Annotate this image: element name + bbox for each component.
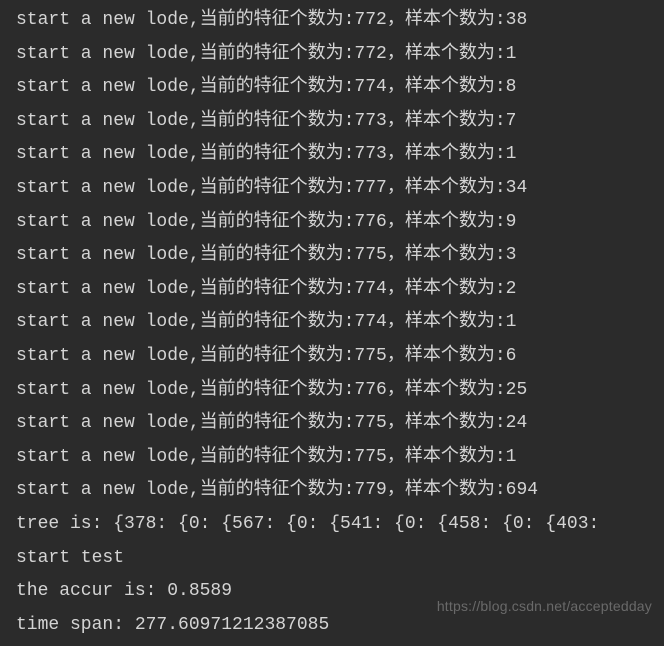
tree-line: tree is: {378: {0: {567: {0: {541: {0: {… xyxy=(16,508,654,542)
terminal-output: start a new lode,当前的特征个数为:772，样本个数为:38st… xyxy=(0,0,664,646)
log-line: start a new lode,当前的特征个数为:773，样本个数为:1 xyxy=(16,138,654,172)
log-line: start a new lode,当前的特征个数为:777，样本个数为:34 xyxy=(16,172,654,206)
log-line: start a new lode,当前的特征个数为:774，样本个数为:8 xyxy=(16,71,654,105)
log-line: start a new lode,当前的特征个数为:775，样本个数为:6 xyxy=(16,340,654,374)
log-line: start a new lode,当前的特征个数为:774，样本个数为:2 xyxy=(16,273,654,307)
log-line: start a new lode,当前的特征个数为:779，样本个数为:694 xyxy=(16,474,654,508)
start-test-line: start test xyxy=(16,542,654,576)
log-line: start a new lode,当前的特征个数为:773，样本个数为:7 xyxy=(16,105,654,139)
log-line: start a new lode,当前的特征个数为:775，样本个数为:3 xyxy=(16,239,654,273)
log-line: start a new lode,当前的特征个数为:775，样本个数为:1 xyxy=(16,441,654,475)
log-line: start a new lode,当前的特征个数为:774，样本个数为:1 xyxy=(16,306,654,340)
log-line: start a new lode,当前的特征个数为:776，样本个数为:25 xyxy=(16,374,654,408)
log-line: start a new lode,当前的特征个数为:772，样本个数为:1 xyxy=(16,38,654,72)
watermark-text: https://blog.csdn.net/acceptedday xyxy=(437,598,652,614)
log-line: start a new lode,当前的特征个数为:776，样本个数为:9 xyxy=(16,206,654,240)
log-line: start a new lode,当前的特征个数为:775，样本个数为:24 xyxy=(16,407,654,441)
log-line: start a new lode,当前的特征个数为:772，样本个数为:38 xyxy=(16,4,654,38)
